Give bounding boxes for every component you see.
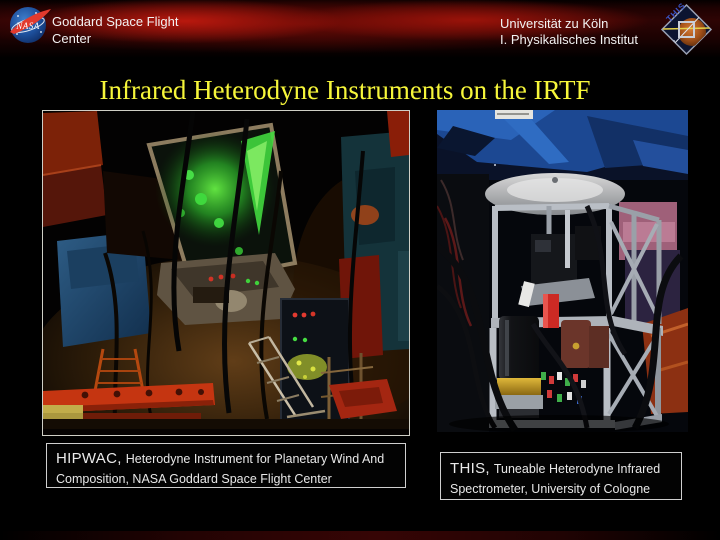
slide-title: Infrared Heterodyne Instruments on the I… <box>90 74 600 106</box>
nasa-logo-icon: NASA <box>8 4 52 46</box>
nasa-wordmark: NASA <box>15 21 40 31</box>
cologne-affiliation: Universität zu Köln I. Physikalisches In… <box>500 16 638 48</box>
goddard-line1: Goddard Space Flight <box>52 13 178 30</box>
header-bar: NASA Goddard Space Flight Center Univers… <box>0 0 720 58</box>
hipwac-photo-art <box>43 111 409 435</box>
this-caption-box: THIS,Tuneable Heterodyne Infrared Spectr… <box>440 452 682 500</box>
this-photo-art <box>437 110 688 432</box>
goddard-affiliation: Goddard Space Flight Center <box>52 13 178 47</box>
presentation-slide: NASA Goddard Space Flight Center Univers… <box>0 0 720 540</box>
hipwac-caption-box: HIPWAC,Heterodyne Instrument for Planeta… <box>46 443 406 488</box>
this-acronym: THIS, <box>450 460 490 477</box>
goddard-line2: Center <box>52 30 178 47</box>
hipwac-acronym: HIPWAC, <box>56 450 122 467</box>
this-logo-icon: THIS <box>658 1 715 58</box>
cologne-line2: I. Physikalisches Institut <box>500 32 638 48</box>
footer-bar <box>0 531 720 540</box>
hipwac-photo <box>42 110 410 436</box>
this-photo <box>437 110 688 432</box>
cologne-line1: Universität zu Köln <box>500 16 638 32</box>
